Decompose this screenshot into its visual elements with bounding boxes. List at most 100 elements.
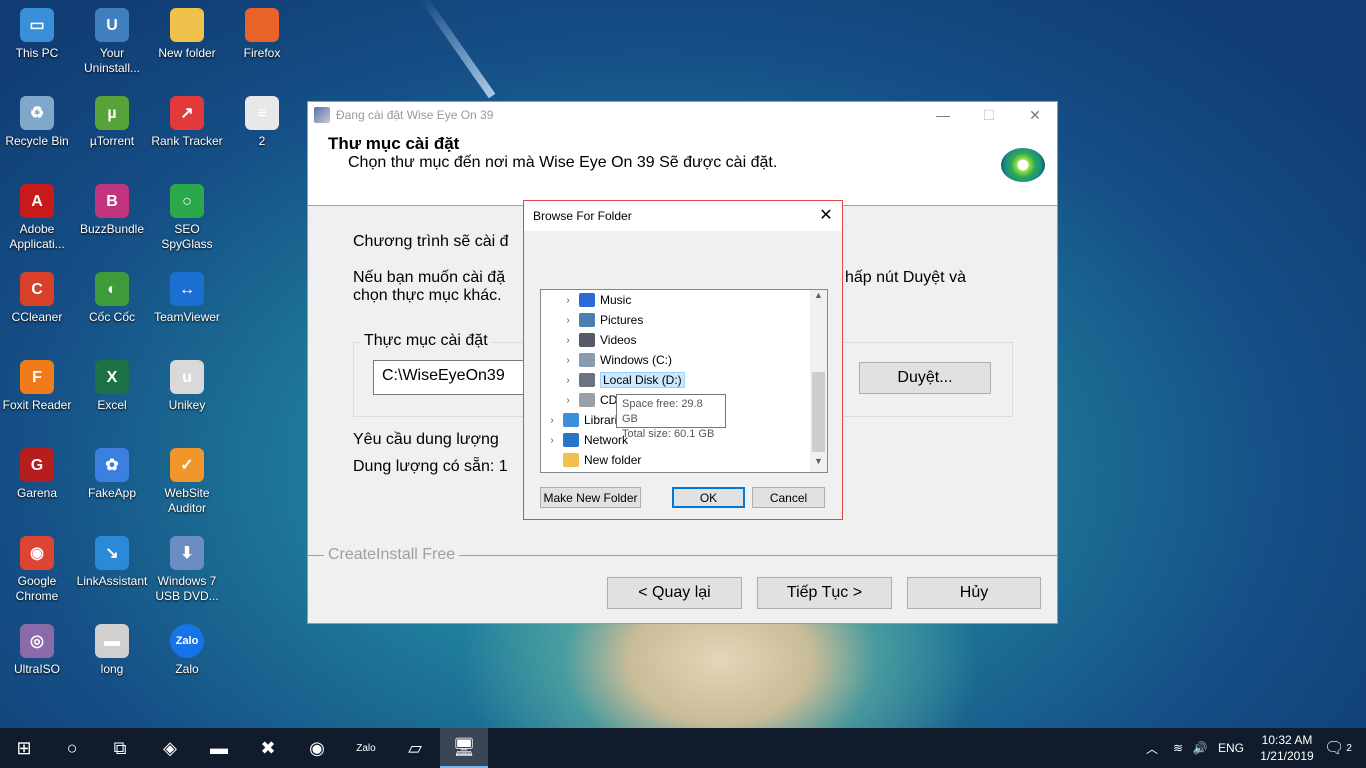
desktop-icon-label: Zalo <box>175 662 199 676</box>
desktop-icon[interactable]: G Garena <box>0 444 74 501</box>
tree-scrollbar[interactable]: ▲ ▼ <box>810 290 827 472</box>
taskbar-app-icon[interactable]: Zalo <box>342 728 390 768</box>
desktop-icon[interactable]: ↘ LinkAssistant <box>75 532 149 589</box>
volume-icon[interactable]: 🔊 <box>1188 728 1212 768</box>
tree-item[interactable]: › Librari <box>541 410 617 430</box>
scroll-up-icon[interactable]: ▲ <box>810 290 827 306</box>
chevron-right-icon[interactable]: › <box>561 315 575 326</box>
desktop-icon[interactable]: ✿ FakeApp <box>75 444 149 501</box>
app-icon <box>245 8 279 42</box>
folder-tree[interactable]: ▲ ▼ › Music › Pictures › Videos › Windows (C:) ›… <box>540 289 828 473</box>
desktop-icon[interactable]: ↔ TeamViewer <box>150 268 224 325</box>
cancel-button[interactable]: Hủy <box>907 577 1041 609</box>
installer-app-icon <box>314 107 330 123</box>
clock[interactable]: 10:32 AM 1/21/2019 <box>1252 732 1322 764</box>
desktop-icon[interactable]: New folder <box>150 4 224 61</box>
desktop-icon[interactable]: ≡ 2 <box>225 92 299 149</box>
tree-item-label: Videos <box>600 333 637 347</box>
scroll-thumb[interactable] <box>812 372 825 452</box>
instruction-text-c: chọn thực mục khác. <box>353 287 502 304</box>
tree-item[interactable]: › Videos <box>541 330 636 350</box>
desktop-icon[interactable]: X Excel <box>75 356 149 413</box>
chevron-right-icon[interactable]: › <box>561 295 575 306</box>
desktop-icon[interactable]: ✓ WebSite Auditor <box>150 444 224 516</box>
folder-icon <box>579 313 595 327</box>
chevron-right-icon[interactable]: › <box>561 375 575 386</box>
desktop-icon-label: Recycle Bin <box>5 134 69 148</box>
chevron-right-icon[interactable]: › <box>561 395 575 406</box>
desktop-icon[interactable]: ◎ UltraISO <box>0 620 74 677</box>
ok-button[interactable]: OK <box>672 487 745 508</box>
clock-time: 10:32 AM <box>1261 733 1313 747</box>
desktop-icon[interactable]: ♻ Recycle Bin <box>0 92 74 149</box>
scroll-down-icon[interactable]: ▼ <box>810 456 827 472</box>
taskbar-app-icon[interactable]: ✖ <box>244 728 292 768</box>
desktop-icon[interactable]: u Unikey <box>150 356 224 413</box>
desktop-icon[interactable]: C CCleaner <box>0 268 74 325</box>
chevron-right-icon[interactable]: › <box>561 355 575 366</box>
desktop-icon[interactable]: ⬇ Windows 7 USB DVD... <box>150 532 224 604</box>
tree-item[interactable]: › Music <box>541 290 631 310</box>
minimize-button[interactable]: — <box>920 102 966 128</box>
notification-icon[interactable]: 🗨 2 <box>1318 728 1358 768</box>
desktop-icon[interactable]: ○ SEO SpyGlass <box>150 180 224 252</box>
desktop-icon-label: New folder <box>158 46 216 60</box>
chevron-right-icon[interactable]: › <box>561 335 575 346</box>
desktop-icon[interactable]: ◐ Cốc Cốc <box>75 268 149 325</box>
wifi-icon[interactable]: ≋ <box>1166 728 1190 768</box>
app-icon: u <box>170 360 204 394</box>
desktop-icon-label: TeamViewer <box>154 310 220 324</box>
taskbar-app-icon[interactable]: ◈ <box>146 728 194 768</box>
next-button[interactable]: Tiếp Tục > <box>757 577 892 609</box>
folder-icon <box>579 333 595 347</box>
maximize-button[interactable]: ☐ <box>966 102 1012 128</box>
desktop-icon[interactable]: ↗ Rank Tracker <box>150 92 224 149</box>
desktop-icon[interactable]: U Your Uninstall... <box>75 4 149 76</box>
tree-item[interactable]: › Network <box>541 430 628 450</box>
desktop-icons: ▭ This PC U Your Uninstall... New folder Fire… <box>0 0 300 720</box>
tree-item[interactable]: › CD <box>541 390 617 410</box>
desktop-icon[interactable]: Firefox <box>225 4 299 61</box>
tooltip-total-size: Total size: 60.1 GB <box>622 428 715 440</box>
close-button[interactable]: ✕ <box>1012 102 1058 128</box>
desktop-icon[interactable]: ▬ long <box>75 620 149 677</box>
desktop-icon[interactable]: A Adobe Applicati... <box>0 180 74 252</box>
app-icon: ↗ <box>170 96 204 130</box>
app-icon: X <box>95 360 129 394</box>
app-icon: G <box>20 448 54 482</box>
back-button[interactable]: < Quay lại <box>607 577 742 609</box>
start-icon[interactable]: ⊞ <box>0 728 48 768</box>
tree-item[interactable]: › Local Disk (D:) <box>541 370 685 390</box>
taskbar-app-icon[interactable]: 🖥 <box>440 728 488 768</box>
desktop-icon[interactable]: µ µTorrent <box>75 92 149 149</box>
app-icon: Zalo <box>170 624 204 658</box>
chevron-right-icon[interactable]: › <box>545 415 559 426</box>
search-icon[interactable]: ○ <box>48 728 96 768</box>
tree-item[interactable]: › Pictures <box>541 310 643 330</box>
desktop-icon[interactable]: F Foxit Reader <box>0 356 74 413</box>
tree-item[interactable]: New folder <box>541 450 641 470</box>
browse-close-button[interactable]: ✕ <box>816 205 836 225</box>
tree-item[interactable]: › Windows (C:) <box>541 350 672 370</box>
chevron-right-icon[interactable]: › <box>545 435 559 446</box>
make-new-folder-button[interactable]: Make New Folder <box>540 487 641 508</box>
desktop-icon[interactable]: ▭ This PC <box>0 4 74 61</box>
language-indicator[interactable]: ENG <box>1214 728 1248 768</box>
task-view-icon[interactable]: ⧉ <box>96 728 144 768</box>
taskbar-app-icon[interactable]: ▬ <box>195 728 243 768</box>
browse-titlebar[interactable]: Browse For Folder <box>524 201 842 231</box>
desktop-icon-label: Adobe Applicati... <box>9 222 65 251</box>
taskbar-app-icon[interactable]: ◉ <box>293 728 341 768</box>
app-icon: ≡ <box>245 96 279 130</box>
tree-item-label: Pictures <box>600 313 644 327</box>
browse-button[interactable]: Duyệt... <box>859 362 991 394</box>
desktop-icon-label: 2 <box>258 134 266 148</box>
desktop-icon[interactable]: B BuzzBundle <box>75 180 149 237</box>
desktop-icon[interactable]: ◉ Google Chrome <box>0 532 74 604</box>
browse-cancel-button[interactable]: Cancel <box>752 487 825 508</box>
tray-chevron-icon[interactable]: ︿ <box>1140 728 1164 768</box>
taskbar-app-icon[interactable]: ▱ <box>391 728 439 768</box>
desktop-icon-label: SEO SpyGlass <box>161 222 213 251</box>
available-space-text: Dung lượng có sẵn: 1 <box>353 458 508 475</box>
desktop-icon[interactable]: Zalo Zalo <box>150 620 224 677</box>
